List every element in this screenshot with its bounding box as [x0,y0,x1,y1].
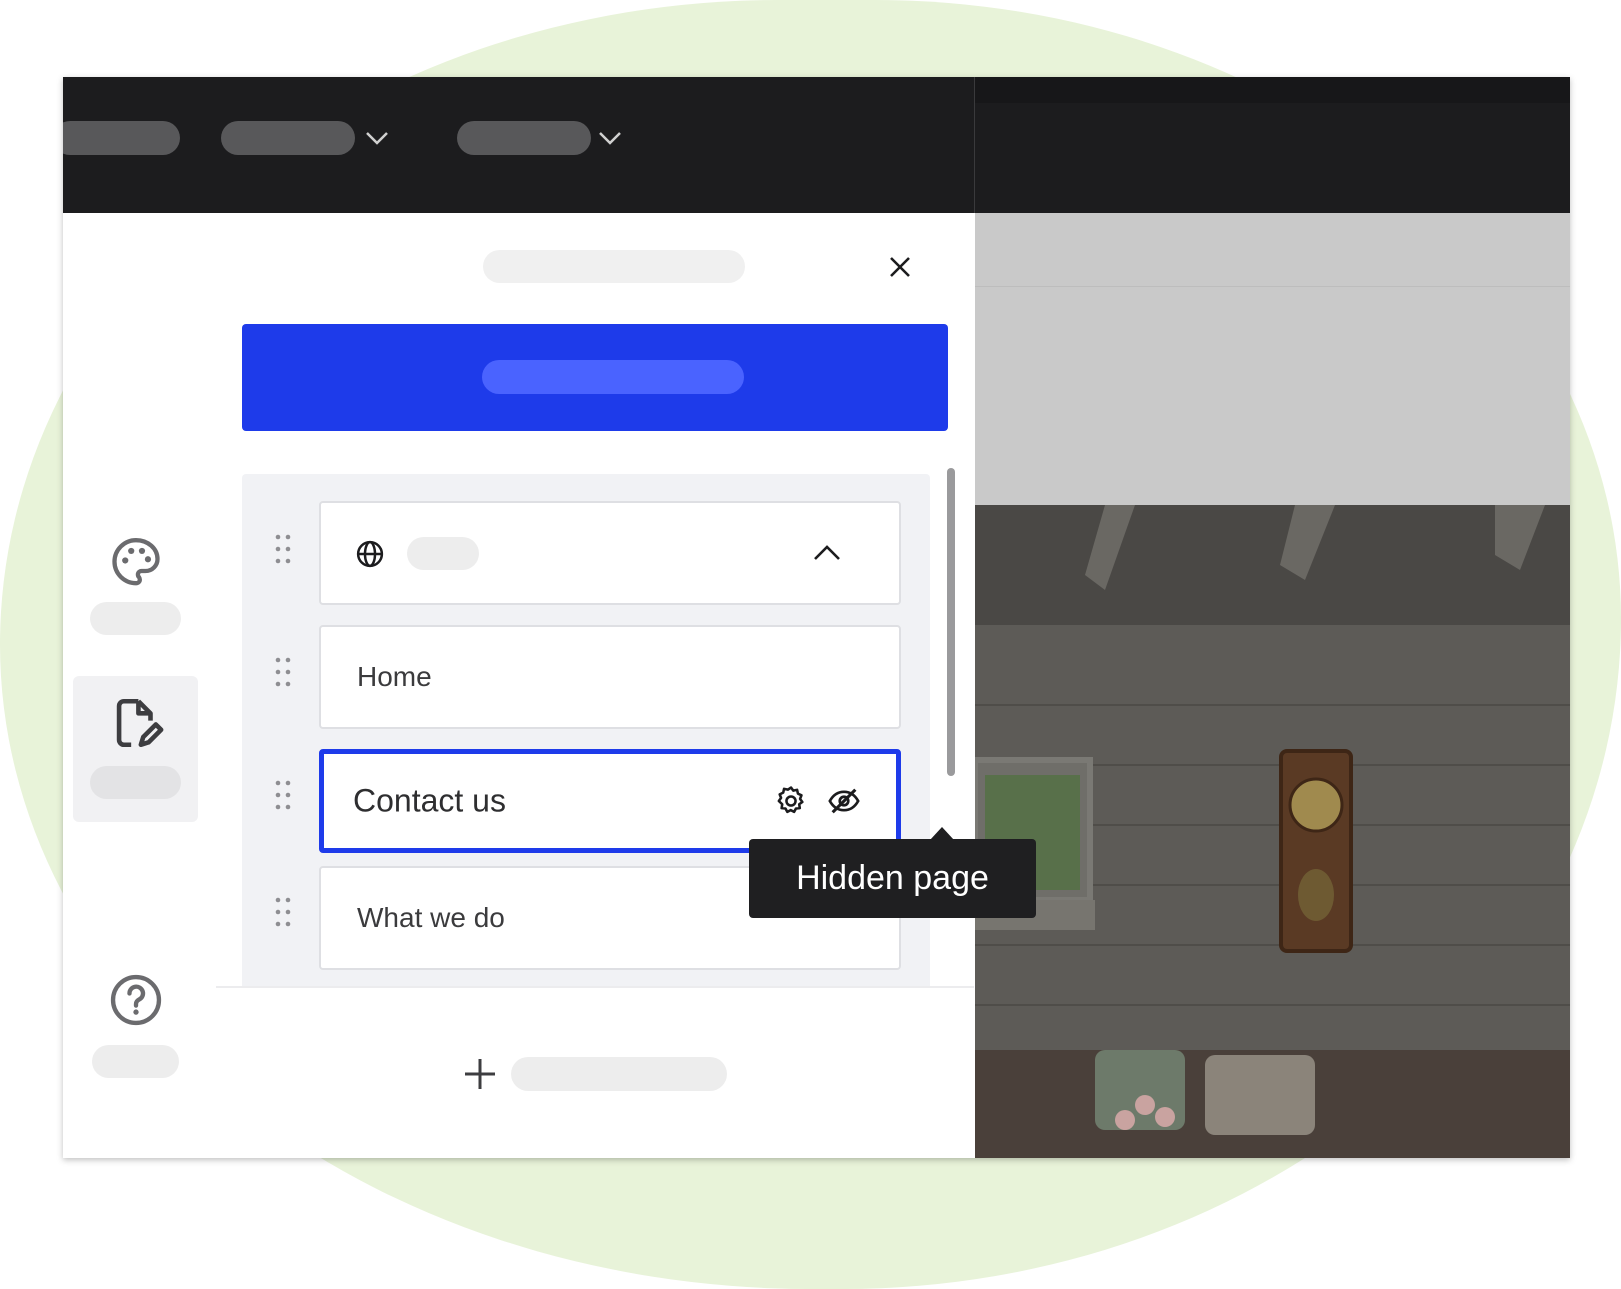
palette-icon [111,538,160,586]
rail-label-placeholder [90,766,181,799]
add-page-label-placeholder [511,1057,727,1091]
drag-handle-icon[interactable] [274,779,292,811]
close-icon[interactable] [884,251,916,283]
toolbar-dropdown-placeholder[interactable] [221,121,355,155]
list-item-folder[interactable] [319,501,901,605]
scrollbar[interactable] [947,468,955,776]
primary-button-label-placeholder [482,360,744,394]
page-list: Home Contact us What we do [242,474,930,1014]
left-rail [63,213,216,1158]
list-item-page[interactable]: Home [319,625,901,729]
add-page-button[interactable] [461,1044,741,1104]
eye-off-icon[interactable] [827,784,861,818]
page-label: Home [357,661,432,692]
globe-icon [356,540,384,568]
gear-icon[interactable] [774,784,808,818]
editor-window: Home Contact us What we do Hidden page [63,77,1570,1158]
rail-label-placeholder [90,602,181,635]
help-icon [110,974,161,1026]
pages-panel: Home Contact us What we do [216,213,974,1158]
tooltip-text: Hidden page [796,859,989,897]
plus-icon [465,1059,495,1089]
rail-help-button[interactable] [73,963,198,1083]
preview-header-divider [975,286,1570,287]
drag-handle-icon[interactable] [274,896,292,928]
folder-label-placeholder [407,537,479,570]
panel-footer [216,986,974,1158]
rail-design-button[interactable] [73,525,198,635]
page-edit-icon [116,698,163,748]
list-item-page-selected[interactable]: Contact us [319,749,901,853]
room-photo [975,505,1570,1158]
chevron-up-icon[interactable] [811,537,843,569]
primary-action-button[interactable] [242,324,948,431]
page-label: Contact us [353,782,506,819]
rail-label-placeholder [92,1045,179,1078]
tooltip: Hidden page [749,839,1036,918]
drag-handle-icon[interactable] [274,656,292,688]
page-label: What we do [357,902,505,933]
preview-topbar-strip [975,77,1570,103]
panel-title-placeholder [483,250,745,283]
site-preview [975,213,1570,1158]
topbar-divider [974,77,975,213]
toolbar-dropdown-placeholder[interactable] [457,121,591,155]
top-toolbar [63,77,1570,213]
chevron-down-icon[interactable] [597,125,623,151]
chevron-down-icon[interactable] [364,125,390,151]
toolbar-item-placeholder[interactable] [63,121,180,155]
rail-pages-button[interactable] [73,676,198,822]
drag-handle-icon[interactable] [274,533,292,565]
